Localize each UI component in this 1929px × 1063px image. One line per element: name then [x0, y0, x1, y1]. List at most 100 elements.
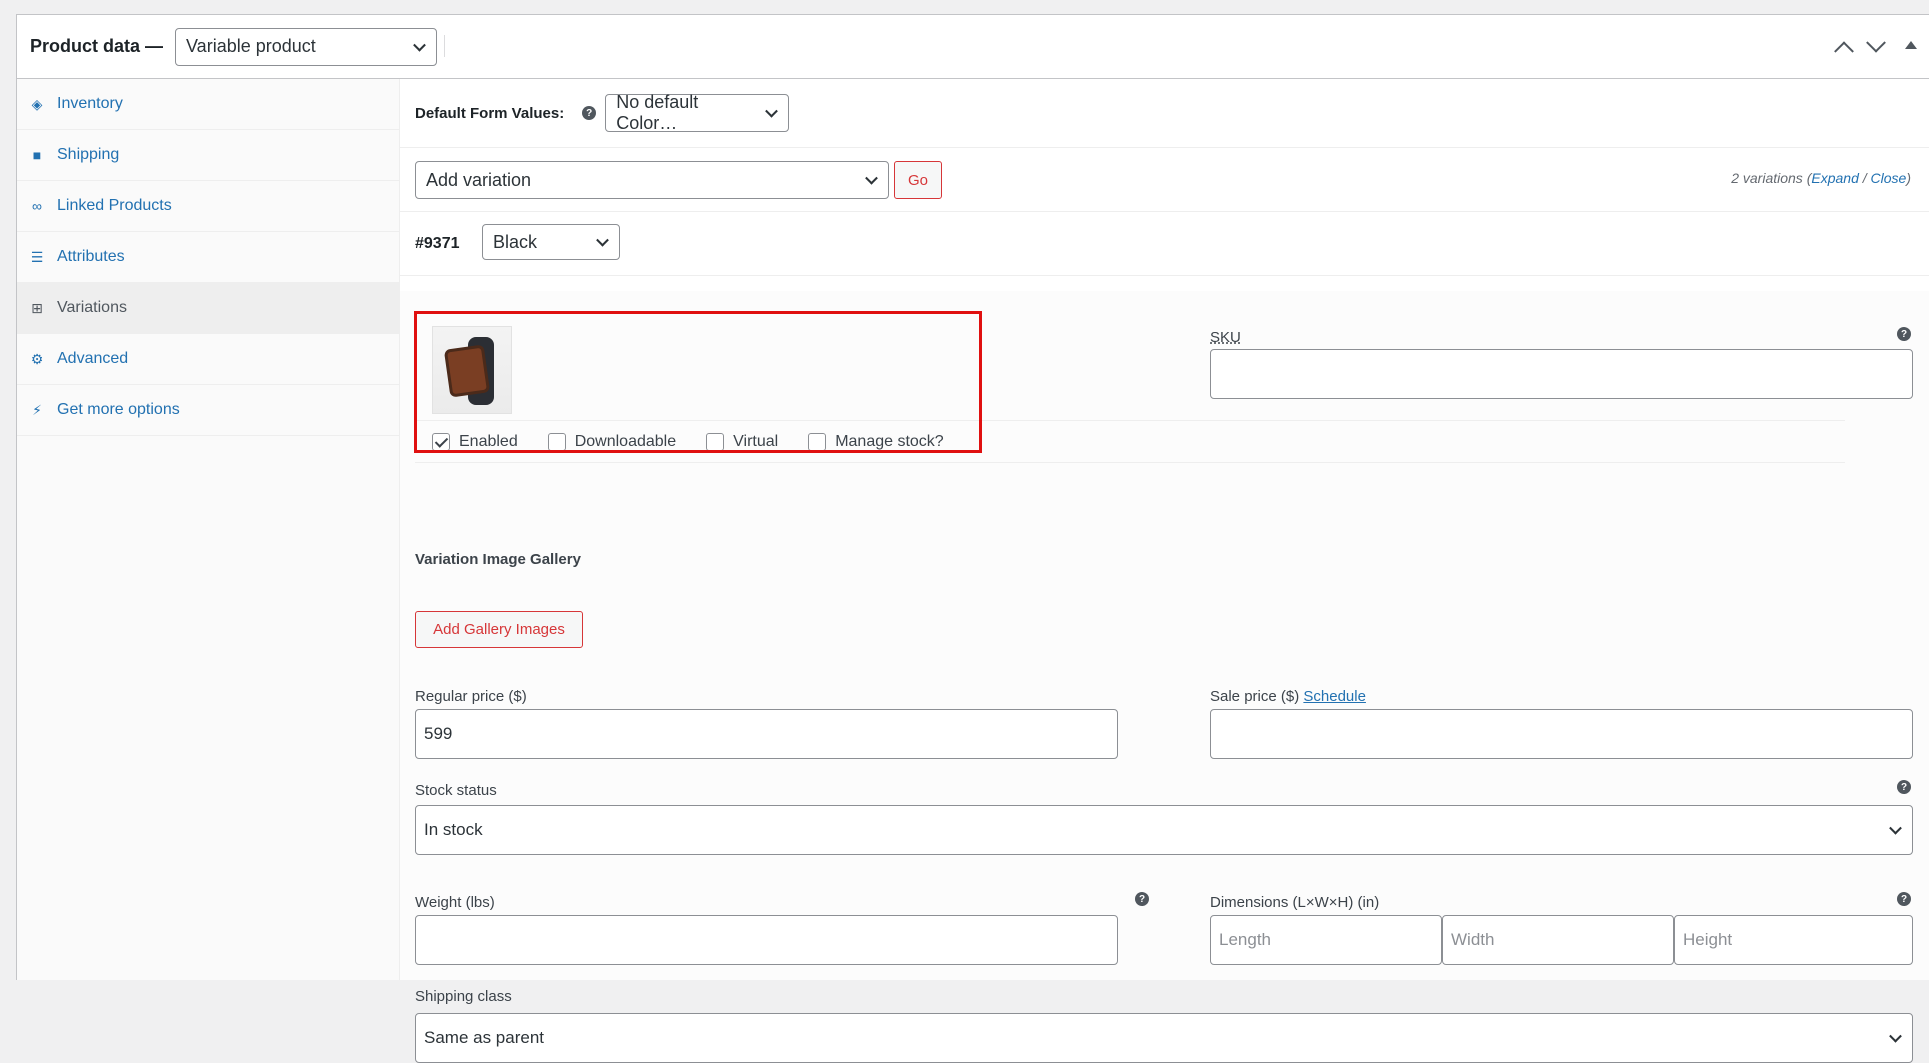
variation-actions-row: Add variation Go 2 variations (Expand / …	[400, 148, 1929, 212]
help-icon[interactable]: ?	[1897, 780, 1911, 794]
product-data-panel: Product data — Variable product ◈ Invent…	[16, 14, 1929, 1063]
tab-label: Get more options	[57, 401, 180, 418]
sale-price-label: Sale price ($)	[1210, 688, 1300, 705]
tab-label: Advanced	[57, 350, 129, 367]
paren: )	[1906, 170, 1911, 186]
regular-price-label: Regular price ($)	[415, 688, 527, 705]
watch-face	[443, 344, 491, 398]
stock-status-select[interactable]: In stock	[415, 805, 1913, 855]
tab-attributes[interactable]: ☰ Attributes	[17, 232, 399, 283]
stock-status-label: Stock status	[415, 782, 497, 799]
chevron-down-icon	[413, 38, 426, 52]
chevron-down-icon	[765, 104, 779, 118]
tab-label: Linked Products	[57, 197, 172, 214]
enabled-checkbox[interactable]: Enabled	[432, 432, 518, 451]
help-icon[interactable]: ?	[1897, 892, 1911, 906]
checkbox-label: Downloadable	[574, 432, 677, 450]
shipping-class-select[interactable]: Same as parent	[415, 1013, 1913, 1063]
variations-count: 2 variations (Expand / Close)	[1731, 170, 1911, 186]
chevron-down-icon	[596, 233, 609, 247]
shipping-class-label: Shipping class	[415, 988, 512, 1005]
checkbox-label: Virtual	[733, 432, 779, 450]
variation-header-row: #9371 Black	[400, 212, 1929, 276]
product-type-select[interactable]: Variable product	[175, 27, 438, 66]
tab-label: Variations	[57, 299, 127, 316]
list-icon: ☰	[30, 248, 44, 265]
default-form-values-label: Default Form Values:	[415, 104, 565, 122]
tab-variations[interactable]: ⊞ Variations	[17, 283, 399, 334]
tag-icon: ◈	[31, 95, 43, 112]
header-divider	[444, 35, 445, 57]
default-form-values-row: Default Form Values: ? No default Color…	[400, 79, 1929, 148]
panel-header: Product data — Variable product	[17, 15, 1929, 79]
virtual-checkbox[interactable]: Virtual	[706, 432, 779, 451]
product-data-tabs: ◈ Inventory ■ Shipping ∞ Linked Products…	[17, 79, 400, 980]
sku-input[interactable]	[1210, 349, 1913, 399]
go-button[interactable]: Go	[894, 161, 942, 199]
panel-controls	[1834, 15, 1929, 79]
help-icon[interactable]: ?	[1897, 327, 1911, 341]
tab-label: Attributes	[57, 248, 125, 265]
default-color-value: No default Color…	[616, 92, 699, 133]
collapse-toggle-icon[interactable]	[1905, 41, 1917, 49]
tab-shipping[interactable]: ■ Shipping	[17, 130, 399, 181]
variation-image[interactable]	[432, 326, 512, 414]
manage-stock-checkbox[interactable]: Manage stock?	[808, 432, 944, 451]
weight-input[interactable]	[415, 915, 1118, 965]
sale-price-input[interactable]	[1210, 709, 1913, 759]
sku-label: SKU	[1210, 329, 1241, 346]
link-icon: ∞	[32, 198, 42, 214]
stock-status-value: In stock	[424, 820, 483, 839]
product-type-value: Variable product	[186, 36, 316, 56]
chevron-down-icon	[865, 171, 878, 185]
checkbox-box[interactable]	[808, 432, 827, 451]
tab-advanced[interactable]: ⚙ Advanced	[17, 334, 399, 385]
variation-id: #9371	[415, 235, 460, 252]
add-gallery-images-button[interactable]: Add Gallery Images	[415, 611, 583, 648]
close-link[interactable]: Close	[1871, 170, 1907, 186]
variations-panel: Default Form Values: ? No default Color……	[400, 79, 1929, 1063]
checkbox-box[interactable]	[706, 432, 725, 451]
gear-icon: ⚙	[30, 350, 44, 367]
variation-options-row: Enabled Downloadable Virtual Manage stoc…	[415, 420, 1845, 463]
regular-price-input[interactable]: 599	[415, 709, 1118, 759]
chevron-down-icon	[1889, 1029, 1902, 1043]
help-icon[interactable]: ?	[1135, 892, 1149, 906]
expand-link[interactable]: Expand	[1811, 170, 1858, 186]
tab-inventory[interactable]: ◈ Inventory	[17, 79, 399, 130]
move-up-icon[interactable]	[1834, 41, 1854, 62]
dimensions-label: Dimensions (L×W×H) (in)	[1210, 894, 1380, 911]
checkbox-box[interactable]	[432, 432, 450, 451]
checkbox-box[interactable]	[547, 432, 566, 451]
grid-icon: ⊞	[31, 299, 43, 316]
sale-price-label-wrap: Sale price ($) Schedule	[1210, 688, 1366, 705]
checkbox-label: Enabled	[459, 432, 518, 450]
tab-label: Shipping	[57, 146, 120, 163]
panel-title: Product data —	[30, 36, 164, 56]
variations-count-text: 2 variations (	[1731, 170, 1812, 186]
variation-action-select[interactable]: Add variation	[415, 161, 889, 199]
tab-get-more-options[interactable]: ⚡ Get more options	[17, 385, 399, 436]
default-color-select[interactable]: No default Color…	[605, 92, 790, 133]
variation-color-value: Black	[493, 231, 538, 252]
help-icon[interactable]: ?	[582, 106, 597, 120]
move-down-icon[interactable]	[1866, 32, 1886, 53]
shipping-class-value: Same as parent	[424, 1028, 545, 1047]
variation-body: SKU ? Enabled Downloadable Virtual Manag…	[400, 291, 1929, 1063]
schedule-link[interactable]: Schedule	[1303, 688, 1366, 705]
truck-icon: ■	[32, 147, 42, 163]
length-input[interactable]: Length	[1210, 915, 1442, 965]
tab-label: Inventory	[57, 95, 123, 112]
tab-linked-products[interactable]: ∞ Linked Products	[17, 181, 399, 232]
chevron-down-icon	[1889, 821, 1902, 835]
gallery-label: Variation Image Gallery	[415, 551, 581, 568]
plugin-icon: ⚡	[32, 401, 42, 418]
width-input[interactable]: Width	[1442, 915, 1674, 965]
weight-label: Weight (lbs)	[415, 894, 495, 911]
separator: /	[1858, 170, 1871, 186]
height-input[interactable]: Height	[1674, 915, 1913, 965]
checkbox-label: Manage stock?	[835, 432, 944, 450]
downloadable-checkbox[interactable]: Downloadable	[547, 432, 677, 451]
variation-color-select[interactable]: Black	[482, 224, 620, 260]
variation-action-value: Add variation	[426, 169, 532, 190]
